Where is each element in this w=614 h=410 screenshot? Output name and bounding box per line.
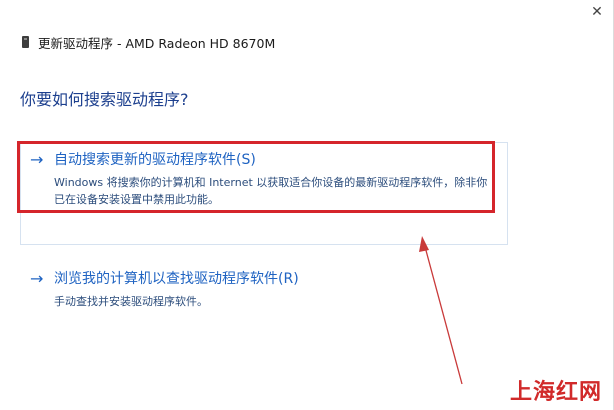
annotation-arrow-line (423, 242, 463, 385)
watermark-logo: 上海红网 (509, 380, 602, 405)
annotation-arrow (419, 236, 463, 385)
annotation-arrow-head (419, 236, 429, 252)
